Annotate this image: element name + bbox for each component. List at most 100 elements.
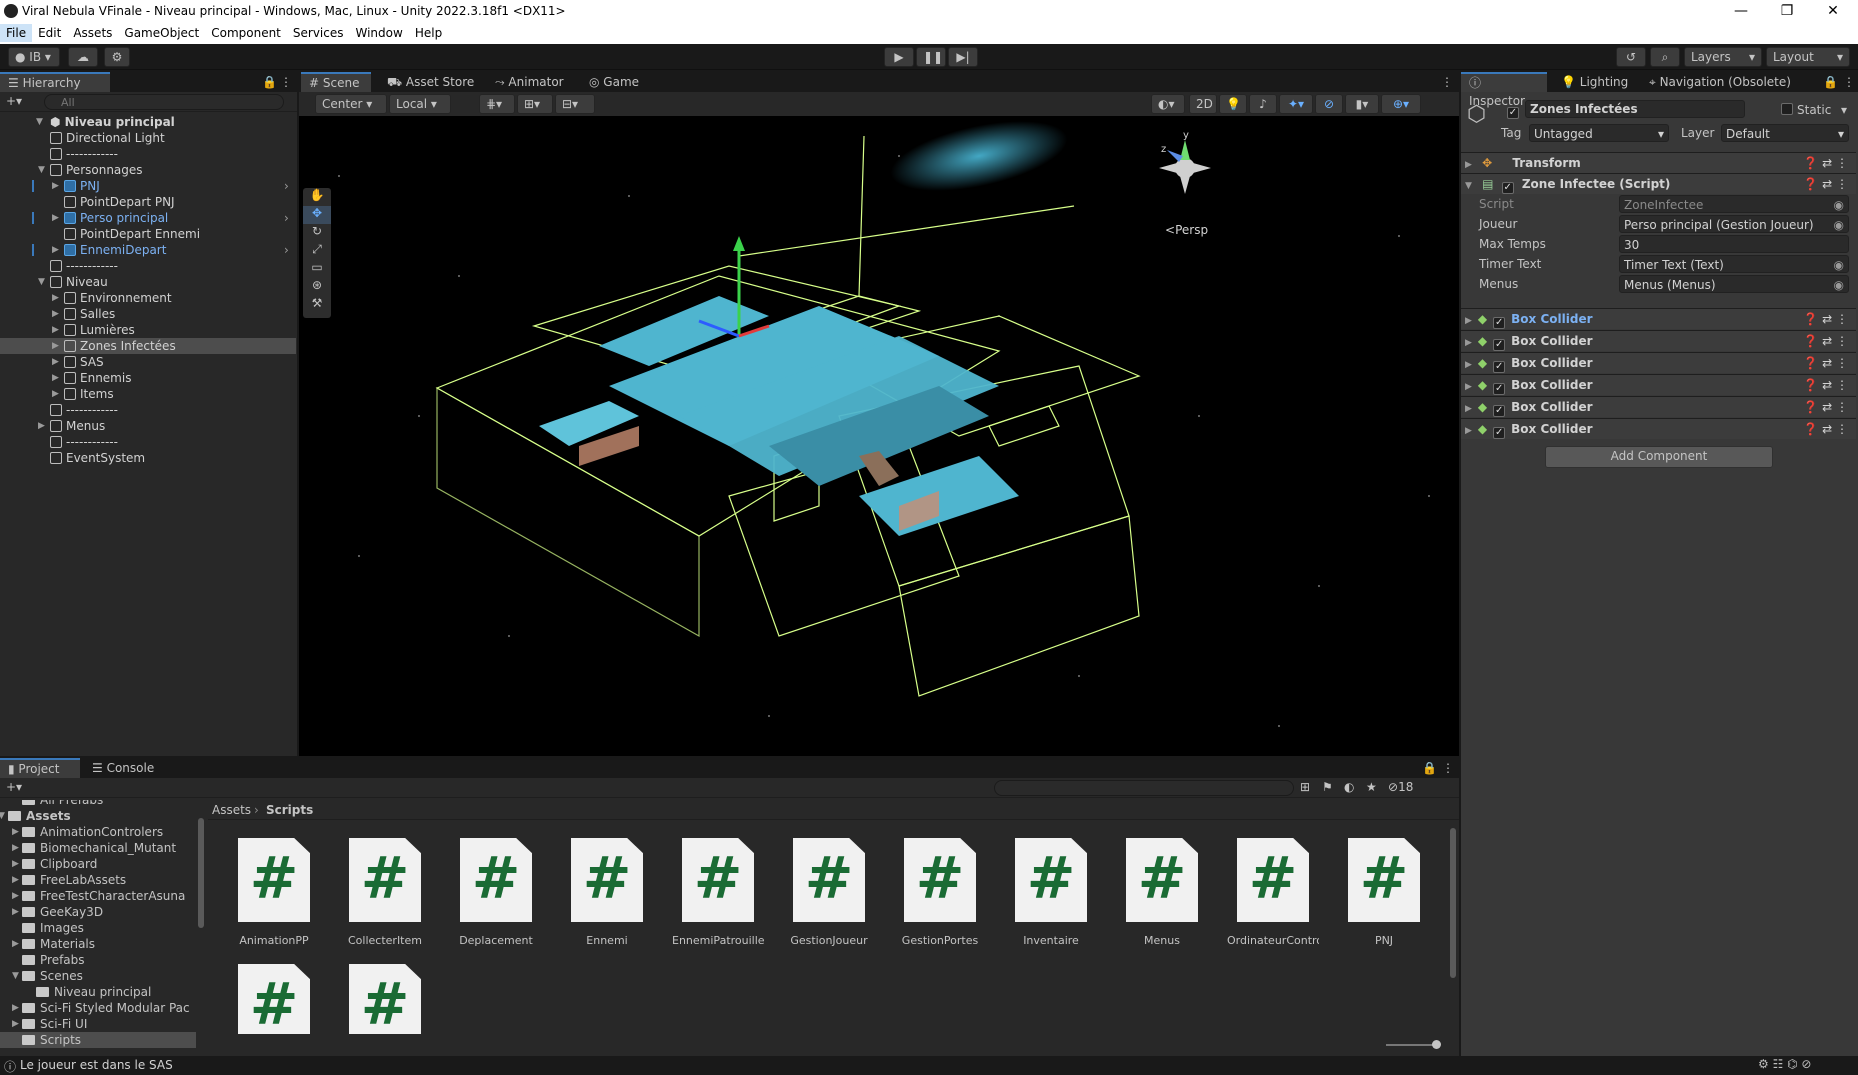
component-menu-icons[interactable]: ❓ ⇄ ⋮ <box>1803 153 1848 174</box>
object-picker-icon[interactable]: ◉ <box>1834 196 1844 214</box>
expand-arrow-icon[interactable]: ▶ <box>12 840 19 856</box>
hierarchy-item[interactable]: ▶ Environnement <box>0 290 296 306</box>
status-message[interactable]: Le joueur est dans le SAS <box>20 1058 173 1072</box>
tab-game[interactable]: ◎ Game <box>581 72 647 92</box>
minimize-button[interactable]: — <box>1718 0 1764 24</box>
script-enabled-checkbox[interactable]: ✓ <box>1501 182 1514 194</box>
collider-enabled-checkbox[interactable]: ✓ <box>1493 317 1506 329</box>
icon-size-slider-handle[interactable] <box>1432 1040 1441 1049</box>
hierarchy-item[interactable]: ------------ <box>0 258 296 274</box>
component-menu-icons[interactable]: ❓ ⇄ ⋮ <box>1803 353 1848 374</box>
hierarchy-item[interactable]: ▶ PNJ › <box>0 178 296 194</box>
script-asset[interactable]: # AnimationPP <box>228 838 320 947</box>
toggle-2d-button[interactable]: 2D <box>1189 94 1217 114</box>
menu-assets[interactable]: Assets <box>67 24 118 42</box>
expand-arrow-icon[interactable]: ▶ <box>52 322 62 338</box>
expand-arrow-icon[interactable]: ▼ <box>38 162 48 178</box>
object-name-field[interactable] <box>1525 100 1745 118</box>
tab-project[interactable]: ▮ Project <box>0 758 80 778</box>
expand-arrow-icon[interactable]: ▶ <box>52 386 62 402</box>
hidden-packages-icon[interactable]: ⊘18 <box>1388 780 1413 794</box>
script-asset[interactable]: # OrdinateurContro... <box>1227 838 1319 947</box>
icon-size-slider[interactable] <box>1386 1044 1436 1046</box>
field-value[interactable]: 30 <box>1619 235 1849 253</box>
scene-viewport[interactable]: y z <Persp ✋ ✥ ↻ ⤢ ▭ ⊛ ⚒ <box>299 116 1459 756</box>
menu-services[interactable]: Services <box>287 24 350 42</box>
hierarchy-item[interactable]: ▶ Menus <box>0 418 296 434</box>
rotate-tool-icon[interactable]: ↻ <box>303 224 331 242</box>
cloud-icon[interactable]: ☁ <box>68 47 98 67</box>
box-collider-header[interactable]: ▶ ◆ ✓ Box Collider ❓ ⇄ ⋮ <box>1461 396 1856 417</box>
pause-button[interactable]: ❚❚ <box>916 47 946 67</box>
hierarchy-item[interactable]: ▼ Niveau <box>0 274 296 290</box>
play-button[interactable]: ▶ <box>884 47 914 67</box>
box-collider-header[interactable]: ▶ ◆ ✓ Box Collider ❓ ⇄ ⋮ <box>1461 308 1856 329</box>
script-asset[interactable]: # GestionPortes <box>894 838 986 947</box>
static-dropdown-icon[interactable]: ▾ <box>1841 103 1847 117</box>
tab-animator[interactable]: ⤳ Animator <box>487 72 572 92</box>
step-button[interactable]: ▶| <box>948 47 978 67</box>
collider-enabled-checkbox[interactable]: ✓ <box>1493 361 1506 373</box>
expand-arrow-icon[interactable]: ▶ <box>12 824 19 840</box>
hierarchy-item[interactable]: EventSystem <box>0 450 296 466</box>
tab-scene[interactable]: # Scene <box>301 72 371 92</box>
project-tree-item[interactable]: Images <box>0 920 196 936</box>
project-tree-item[interactable]: All Prefabs <box>0 800 196 808</box>
close-button[interactable]: ✕ <box>1810 0 1856 24</box>
menu-file[interactable]: File <box>0 24 33 42</box>
tab-console[interactable]: ☰ Console <box>84 758 162 778</box>
project-tree-item[interactable]: ▶ AnimationControlers <box>0 824 196 840</box>
hierarchy-item[interactable]: PointDepart Ennemi <box>0 226 296 242</box>
layout-dropdown[interactable]: Layout ▾ <box>1766 47 1850 67</box>
layers-dropdown[interactable]: Layers ▾ <box>1684 47 1762 67</box>
camera-dropdown-icon[interactable]: ▮▾ <box>1345 94 1379 114</box>
effects-dropdown-icon[interactable]: ✦▾ <box>1279 94 1313 114</box>
active-checkbox[interactable]: ✓ <box>1507 102 1519 119</box>
status-icons[interactable]: ⚙ ☷ ⌬ ⊘ <box>1758 1057 1812 1071</box>
component-menu-icons[interactable]: ❓ ⇄ ⋮ <box>1803 174 1848 195</box>
scale-tool-icon[interactable]: ⤢ <box>303 242 331 260</box>
projection-label[interactable]: <Persp <box>1165 223 1208 237</box>
increment-snap-icon[interactable]: ⊟▾ <box>555 94 595 114</box>
pivot-space-dropdown[interactable]: Local ▾ <box>389 94 451 114</box>
hand-tool-icon[interactable]: ✋ <box>303 188 331 206</box>
open-prefab-icon[interactable]: › <box>284 178 289 194</box>
tree-scrollbar[interactable] <box>196 802 206 1056</box>
menu-window[interactable]: Window <box>350 24 409 42</box>
layer-dropdown[interactable]: Default ▾ <box>1721 124 1849 142</box>
hierarchy-item[interactable]: ▶ Salles <box>0 306 296 322</box>
component-menu-icons[interactable]: ❓ ⇄ ⋮ <box>1803 419 1848 440</box>
add-button[interactable]: +▾ <box>6 94 22 108</box>
expand-arrow-icon[interactable]: ▶ <box>52 354 62 370</box>
project-tree-item[interactable]: ▶ Sci-Fi Styled Modular Pac <box>0 1000 196 1016</box>
expand-arrow-icon[interactable]: ▶ <box>12 872 19 888</box>
kebab-menu-icon[interactable]: ⋮ <box>1441 75 1453 89</box>
expand-arrow-icon[interactable]: ▶ <box>52 178 62 194</box>
grid-snap-icon[interactable]: ⋕▾ <box>479 94 515 114</box>
box-collider-header[interactable]: ▶ ◆ ✓ Box Collider ❓ ⇄ ⋮ <box>1461 330 1856 351</box>
hierarchy-item[interactable]: ▶ SAS <box>0 354 296 370</box>
add-component-button[interactable]: Add Component <box>1545 446 1773 468</box>
lighting-toggle-icon[interactable]: 💡 <box>1219 94 1247 114</box>
project-tree-item[interactable]: Prefabs <box>0 952 196 968</box>
move-tool-icon[interactable]: ✥ <box>303 206 331 224</box>
pivot-center-dropdown[interactable]: Center ▾ <box>315 94 387 114</box>
menu-edit[interactable]: Edit <box>32 24 67 42</box>
expand-arrow-icon[interactable]: ▼ <box>0 808 5 824</box>
hierarchy-item[interactable]: ▶ Items <box>0 386 296 402</box>
collider-enabled-checkbox[interactable]: ✓ <box>1493 405 1506 417</box>
hierarchy-item[interactable]: ▶ Lumières <box>0 322 296 338</box>
kebab-menu-icon[interactable]: ⋮ <box>1843 75 1855 89</box>
collider-enabled-checkbox[interactable]: ✓ <box>1493 383 1506 395</box>
script-asset[interactable]: # Ennemi <box>561 838 653 947</box>
expand-arrow-icon[interactable]: ▶ <box>12 888 19 904</box>
lock-icon[interactable]: 🔒 <box>262 75 277 89</box>
expand-arrow-icon[interactable]: ▶ <box>52 290 62 306</box>
script-asset[interactable]: # GestionJoueur <box>783 838 875 947</box>
lock-icon[interactable]: 🔒 <box>1823 75 1838 89</box>
search-by-type-icon[interactable]: ⊞ <box>1300 780 1310 794</box>
project-tree-item[interactable]: Scripts <box>0 1032 196 1048</box>
draw-mode-dropdown[interactable]: ◐▾ <box>1151 94 1185 114</box>
breadcrumb-assets[interactable]: Assets <box>212 803 251 817</box>
project-tree-item[interactable]: ▼ Assets <box>0 808 196 824</box>
